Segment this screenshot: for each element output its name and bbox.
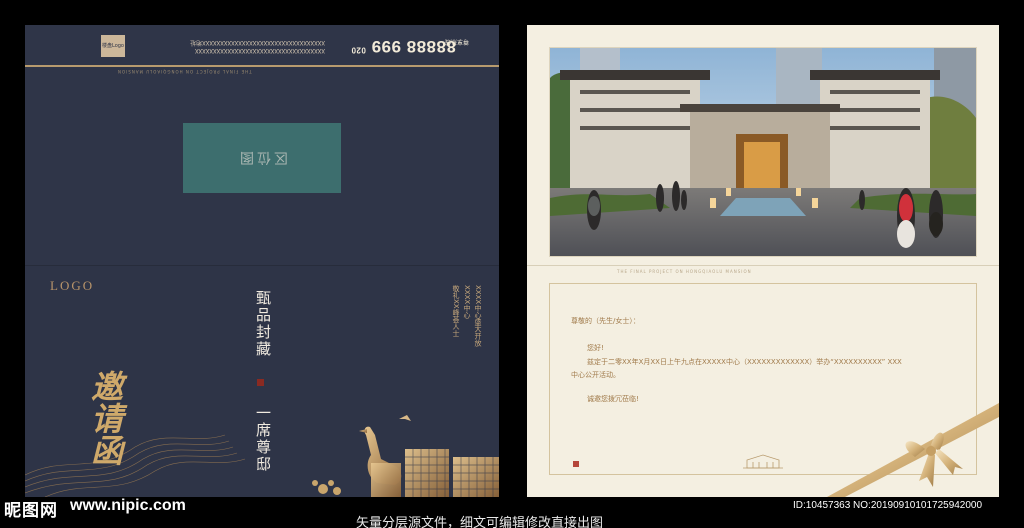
invitation-cover: 楼盘Logo XXXXXXXXXXXXXXXXXXXXXXXXXXXXXXXXX… xyxy=(25,25,499,497)
closing: 诚邀您拨冗莅临! xyxy=(587,395,639,403)
slogan-line-1: 甄品封藏 xyxy=(254,290,272,358)
vertical-info-col-3: 敬礼XX峰荟人士 xyxy=(452,285,460,337)
hotline-label: 尊享热线 xyxy=(444,38,469,45)
site-watermark-name: 昵图网 xyxy=(4,501,58,521)
bird-icon xyxy=(399,415,411,421)
caption-watermark: 矢量分层源文件，细文可编辑修改直接出图 xyxy=(356,516,604,528)
invitation-title: 邀请函 xyxy=(86,370,124,466)
fold-line xyxy=(25,265,499,266)
location-map-placeholder: 区位图 xyxy=(183,123,341,193)
body-line-1: 兹定于二零XX年X月XX日上午九点在XXXXX中心（XXXXXXXXXXXXX）… xyxy=(587,358,902,366)
placeholder-label: 区位图 xyxy=(236,149,288,165)
brand-logo: LOGO xyxy=(50,278,95,293)
site-watermark-url: www.nipic.com xyxy=(70,497,186,514)
address-text: XXXXXXXXXXXXXXXXXXXXXXXXXXXXXXXXXXXX XXX… xyxy=(115,38,325,54)
phone-prefix: 020 xyxy=(351,45,366,55)
address-line-2: XXXXXXXXXXXXXXXXXXXXXXXXXXXXXXXXXX地址 xyxy=(190,39,325,46)
invitation-inner: THE FINAL PROJECT ON HONGQIAOLU MANSION … xyxy=(527,25,999,497)
vertical-info-col-1: XXXX中心盛大开放 xyxy=(474,285,482,347)
flower-icon xyxy=(312,480,341,495)
building-logo-icon xyxy=(743,454,783,469)
vertical-info-col-2: XXXX中心 xyxy=(463,285,471,319)
project-tagline: THE FINAL PROJECT ON HONGQIAOLU MANSION xyxy=(117,69,252,74)
gold-divider xyxy=(25,65,499,67)
body-line-2: 中心公开活动。 xyxy=(571,371,620,379)
project-rendering-frame xyxy=(549,47,977,257)
salutation: 尊敬的（先生/女士）： xyxy=(571,317,640,325)
project-tagline: THE FINAL PROJECT ON HONGQIAOLU MANSION xyxy=(617,269,752,274)
gold-ribbon-bow-icon xyxy=(827,403,999,497)
fold-line xyxy=(527,265,999,266)
greeting: 您好! xyxy=(587,344,604,352)
small-logo-icon xyxy=(573,461,579,467)
project-rendering-image xyxy=(550,48,976,256)
address-line-1: XXXXXXXXXXXXXXXXXXXXXXXXXXXXXXXXXXXX xyxy=(194,47,325,54)
image-id-watermark: ID:10457363 NO:20190910101725942000 xyxy=(793,500,983,511)
cover-top-half: 楼盘Logo XXXXXXXXXXXXXXXXXXXXXXXXXXXXXXXXX… xyxy=(25,25,499,265)
